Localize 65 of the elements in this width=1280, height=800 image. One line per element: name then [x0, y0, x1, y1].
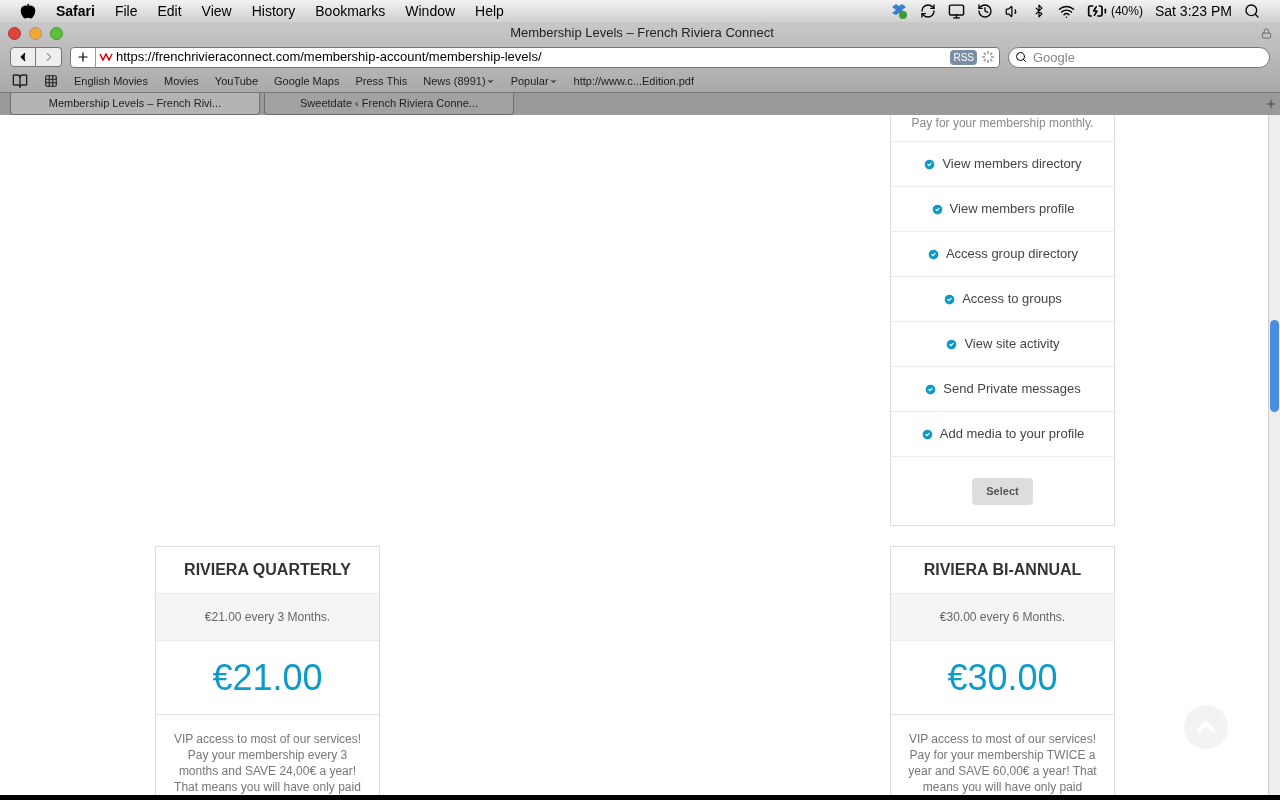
check-circle-icon: [920, 427, 934, 441]
loading-spinner-icon: [981, 50, 995, 64]
browser-tab[interactable]: Membership Levels – French Rivi...: [10, 93, 260, 115]
sync-icon[interactable]: [919, 3, 936, 19]
plan-title: RIVIERA BI-ANNUAL: [922, 560, 1083, 580]
browser-tab[interactable]: Sweetdate ‹ French Riviera Conne...: [264, 93, 514, 115]
check-circle-icon: [926, 247, 940, 261]
feature-text: Access to groups: [962, 290, 1062, 309]
feature-text: View members directory: [942, 155, 1082, 174]
scrollbar[interactable]: [1268, 115, 1280, 795]
bookmark-item[interactable]: Press This: [355, 72, 408, 90]
display-icon[interactable]: [947, 2, 965, 20]
search-field[interactable]: Google: [1008, 46, 1270, 68]
bookmark-item[interactable]: English Movies: [74, 72, 148, 90]
feature-text: View site activity: [964, 335, 1060, 354]
menu-item[interactable]: Bookmarks: [315, 0, 386, 22]
menu-item[interactable]: History: [251, 0, 296, 22]
menu-item[interactable]: Edit: [157, 0, 182, 22]
check-circle-icon: [924, 382, 938, 396]
menu-item[interactable]: Help: [475, 0, 504, 22]
url-text: https://frenchrivieraconnect.com/membership-account/membership-levels/: [116, 48, 542, 67]
reading-list-icon[interactable]: [12, 73, 28, 89]
plan-billing: €30.00 every 6 Months.: [891, 593, 1114, 641]
menu-item[interactable]: View: [201, 0, 232, 22]
plan-price: €21.00: [156, 641, 379, 715]
feature-text: View members profile: [949, 200, 1075, 219]
search-icon: [1015, 51, 1027, 63]
check-circle-icon: [930, 202, 944, 216]
bookmark-item[interactable]: Google Maps: [274, 72, 340, 90]
lock-icon: [1261, 27, 1272, 39]
menu-item[interactable]: Window: [405, 0, 456, 22]
bookmark-item[interactable]: YouTube: [214, 72, 259, 90]
site-favicon: [99, 53, 113, 61]
apple-icon[interactable]: [20, 3, 36, 19]
feature-text: Send Private messages: [943, 380, 1081, 399]
forward-button[interactable]: [36, 47, 62, 67]
plan-billing: €21.00 every 3 Months.: [156, 593, 379, 641]
plan-title: RIVIERA QUARTERLY: [183, 560, 352, 580]
search-icon[interactable]: [1244, 3, 1260, 19]
new-tab-icon[interactable]: [1265, 98, 1277, 110]
check-circle-icon: [945, 337, 959, 351]
bookmark-item[interactable]: Popular: [510, 72, 558, 90]
plan-description: VIP access to most of our services! Pay your membership every 3 months and SAVE 24,00€ a year! That means you will have only paid: [172, 731, 363, 795]
menu-item[interactable]: File: [114, 0, 138, 22]
bookmark-item[interactable]: News (8991): [423, 72, 495, 90]
feature-text: Access group directory: [945, 245, 1079, 264]
check-circle-icon: [943, 292, 957, 306]
bookmark-item[interactable]: Movies: [164, 72, 199, 90]
menu-clock[interactable]: Sat 3:23 PM: [1154, 0, 1232, 22]
address-field[interactable]: https://frenchrivieraconnect.com/membership-account/membership-levels/ RSS: [70, 46, 1000, 68]
check-circle-icon: [923, 157, 937, 171]
feature-text: Add media to your profile: [939, 425, 1085, 444]
plan-price: €30.00: [891, 641, 1114, 715]
window-title: Membership Levels – French Riviera Connect: [510, 24, 774, 43]
menu-item[interactable]: Safari: [56, 0, 95, 22]
back-button[interactable]: [10, 47, 36, 67]
close-button[interactable]: [8, 26, 21, 40]
clock-arrow-icon[interactable]: [976, 3, 993, 19]
bookmark-item[interactable]: http://www.c...Edition.pdf: [573, 72, 694, 90]
add-bookmark-icon[interactable]: [76, 50, 90, 64]
plan-description: VIP access to most of our services! Pay for your membership TWICE a year and SAVE 60,00€ a year! That means you will have only paid: [907, 731, 1098, 795]
plan-description: Pay for your membership monthly.: [891, 115, 1114, 142]
select-button[interactable]: Select: [972, 477, 1033, 505]
battery-percent[interactable]: (40%): [1110, 2, 1143, 20]
top-sites-icon[interactable]: [44, 74, 58, 88]
